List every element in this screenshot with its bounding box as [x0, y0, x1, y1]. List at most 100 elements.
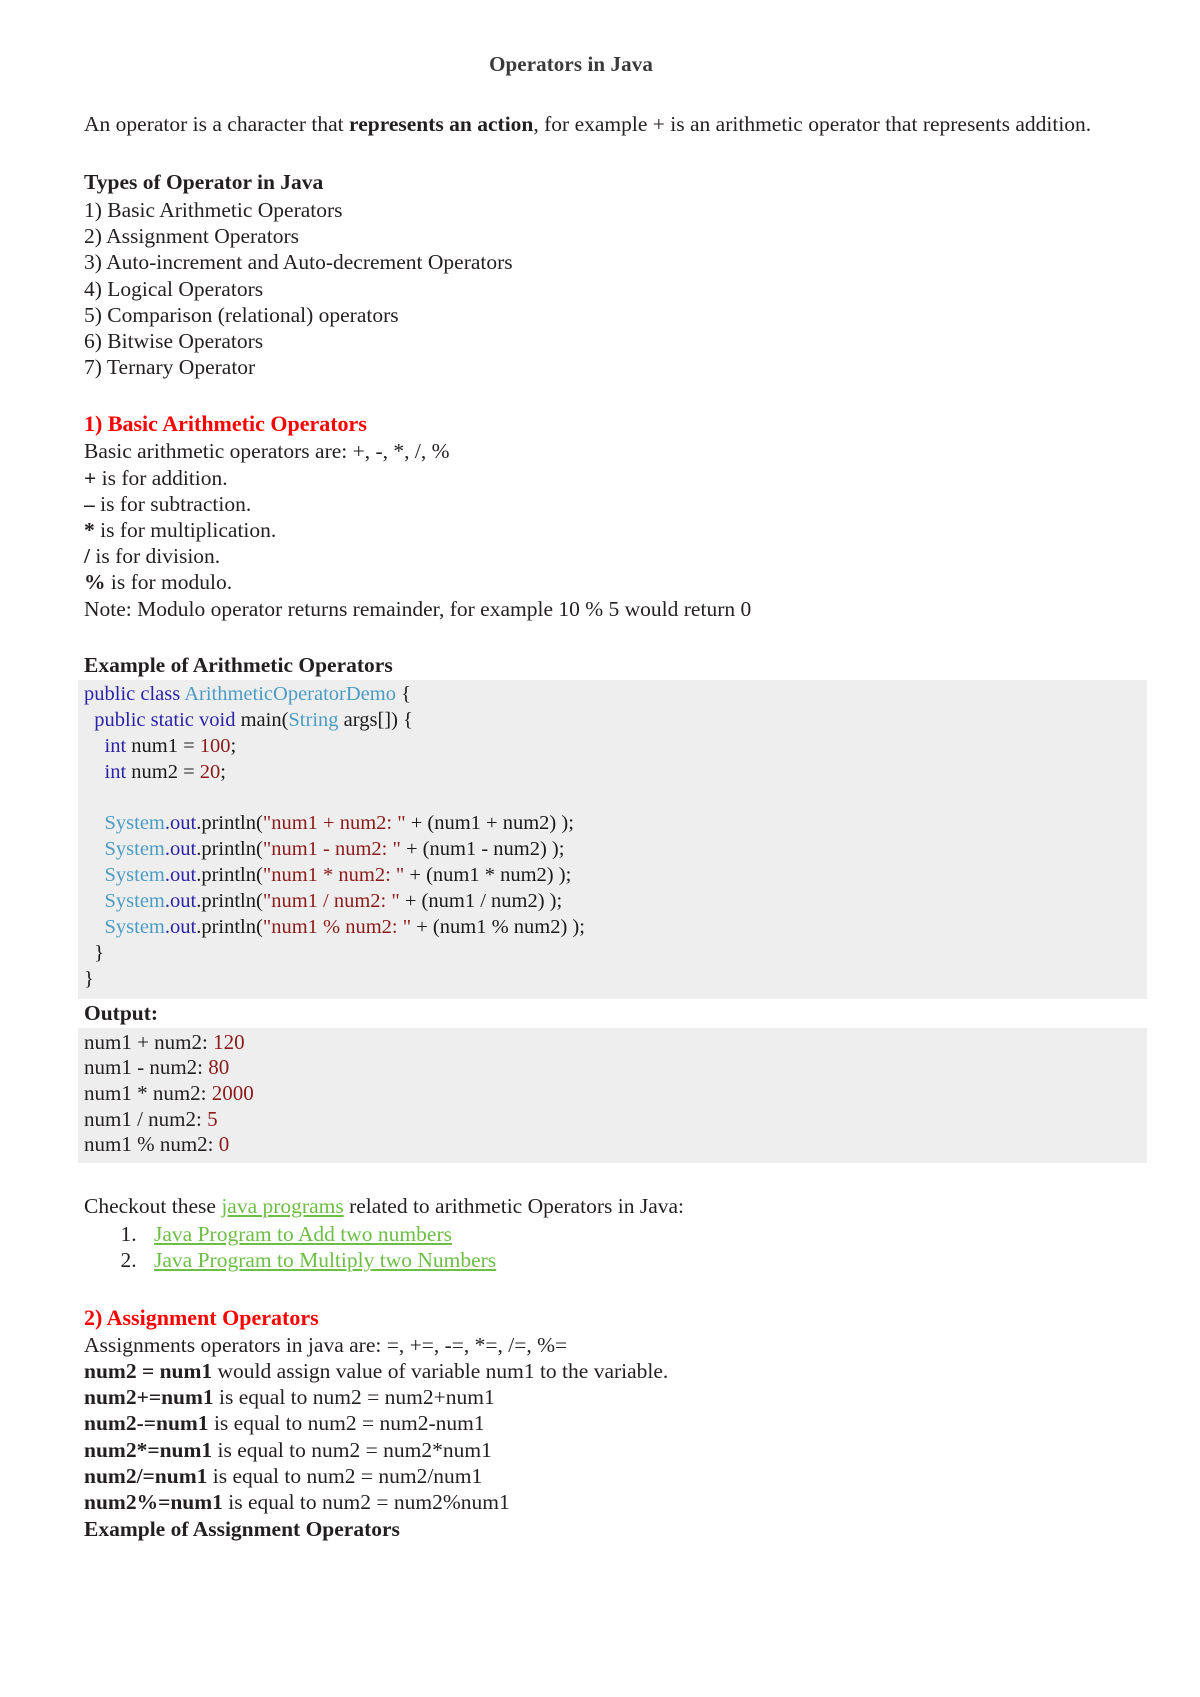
operator-line-modulo: % is for modulo. [84, 569, 1148, 595]
assignment-desc: is equal to num2 = num2%num1 [222, 1489, 510, 1514]
output-value: 0 [218, 1132, 230, 1157]
code-token: num1 = [126, 734, 200, 757]
assignment-expr: num2+=num1 [84, 1385, 214, 1410]
assignment-line-minus-equals: num2-=num1 is equal to num2 = num2-num1 [84, 1410, 1148, 1436]
java-programs-link[interactable]: java programs [221, 1194, 343, 1218]
assignment-line-equals: num2 = num1 would assign value of variab… [84, 1358, 1148, 1384]
code-token: .println( [196, 838, 263, 861]
assignment-desc: is equal to num2 = num2*num1 [212, 1437, 492, 1462]
code-token: System [84, 916, 165, 938]
operator-symbol: * [84, 518, 95, 543]
code-line: public class ArithmeticOperatorDemo { [84, 682, 1147, 708]
code-token: "num1 % num2: " [262, 916, 412, 938]
intro-paragraph: An operator is a character that represen… [84, 110, 1148, 139]
code-token: .println( [196, 890, 263, 913]
code-line: System.out.println("num1 + num2: " + (nu… [84, 811, 1147, 837]
operator-desc: is for subtraction. [94, 491, 252, 516]
output-label-text: num1 / num2: [84, 1106, 208, 1131]
code-token: + (num1 - num2) ); [400, 838, 565, 861]
assignment-line-plus-equals: num2+=num1 is equal to num2 = num2+num1 [84, 1384, 1148, 1410]
code-line [84, 785, 1147, 811]
output-value: 5 [207, 1106, 218, 1131]
code-token: .println( [196, 812, 263, 835]
code-token: 100 [199, 734, 231, 757]
list-item: Java Program to Multiply two Numbers [142, 1247, 1148, 1274]
code-token: System [84, 812, 165, 835]
assignment-desc: is equal to num2 = num2+num1 [213, 1385, 495, 1410]
assignment-operator-lines: Assignments operators in java are: =, +=… [84, 1332, 1148, 1515]
output-line: num1 + num2: 120 [84, 1030, 1147, 1056]
operator-symbol: + [84, 465, 97, 490]
assignment-line-divide-equals: num2/=num1 is equal to num2 = num2/num1 [84, 1463, 1148, 1489]
code-token: ; [220, 760, 226, 783]
assignment-expr: num2 = num1 [84, 1358, 213, 1383]
code-token: .out [164, 890, 197, 913]
code-token: main( [240, 708, 289, 731]
code-token: 20 [199, 760, 221, 783]
code-line: System.out.println("num1 * num2: " + (nu… [84, 863, 1147, 889]
intro-bold: represents an action [349, 112, 534, 136]
list-item: 1) Basic Arithmetic Operators [84, 198, 343, 222]
code-token: System [84, 890, 165, 913]
code-line: public static void main(String args[]) { [84, 708, 1147, 734]
code-line: } [84, 967, 1147, 993]
assignment-line-times-equals: num2*=num1 is equal to num2 = num2*num1 [84, 1437, 1148, 1463]
list-item: 3) Auto-increment and Auto-decrement Ope… [84, 250, 513, 275]
arithmetic-lead: Basic arithmetic operators are: +, -, *,… [84, 439, 450, 464]
assignment-expr: num2/=num1 [84, 1463, 208, 1488]
document-page: Operators in Java An operator is a chara… [0, 0, 1200, 1697]
output-value: 120 [213, 1029, 245, 1054]
code-line: System.out.println("num1 - num2: " + (nu… [84, 837, 1147, 863]
code-line: System.out.println("num1 % num2: " + (nu… [84, 915, 1147, 941]
checkout-after: related to arithmetic Operators in Java: [343, 1193, 685, 1218]
page-title: Operators in Java [489, 52, 653, 76]
output-block-arithmetic: num1 + num2: 120 num1 - num2: 80 num1 * nu… [78, 1027, 1147, 1163]
code-token: .println( [196, 864, 263, 887]
code-line: System.out.println("num1 / num2: " + (nu… [84, 889, 1147, 915]
output-line: num1 * num2: 2000 [84, 1081, 1147, 1107]
list-item: 6) Bitwise Operators [84, 329, 264, 354]
output-label-text: num1 - num2: [84, 1055, 209, 1080]
code-token: "num1 / num2: " [262, 890, 400, 913]
checkout-paragraph: Checkout these java programs related to … [84, 1192, 1148, 1221]
document-body: An operator is a character that represen… [0, 77, 1200, 1544]
code-token: + (num1 + num2) ); [405, 812, 574, 835]
operator-desc: is for addition. [96, 465, 228, 490]
operator-line-plus: + is for addition. [84, 465, 1148, 491]
code-line: int num1 = 100; [84, 734, 1147, 760]
output-label-text: num1 % num2: [84, 1132, 219, 1157]
code-token: + (num1 * num2) ); [404, 864, 572, 887]
output-label-text: num1 * num2: [84, 1080, 212, 1105]
types-heading: Types of Operator in Java [84, 170, 324, 194]
code-token: ; [230, 734, 237, 757]
list-item: Java Program to Add two numbers [142, 1221, 1148, 1248]
operator-desc: is for multiplication. [94, 518, 277, 543]
checkout-before: Checkout these [84, 1193, 222, 1218]
intro-after: , for example + is an arithmetic operato… [533, 112, 1092, 136]
program-link-multiply[interactable]: Java Program to Multiply two Numbers [154, 1248, 496, 1272]
code-token: "num1 - num2: " [262, 838, 401, 861]
code-token: public static void [84, 708, 241, 731]
code-token: .out [164, 838, 197, 861]
assignment-expr: num2%=num1 [84, 1489, 223, 1514]
operator-desc: is for modulo. [105, 570, 233, 595]
program-link-add[interactable]: Java Program to Add two numbers [154, 1222, 452, 1246]
code-token: String [288, 708, 339, 731]
arithmetic-operator-lines: Basic arithmetic operators are: +, -, *,… [84, 438, 1148, 621]
list-item: 5) Comparison (relational) operators [84, 302, 399, 327]
operator-line-minus: – is for subtraction. [84, 491, 1148, 517]
code-token: args[]) { [338, 708, 413, 731]
code-token: ArithmeticOperatorDemo [184, 682, 396, 705]
output-line: num1 % num2: 0 [84, 1132, 1147, 1158]
code-token: .out [164, 916, 197, 938]
code-token: "num1 + num2: " [262, 812, 406, 835]
output-value: 80 [208, 1055, 230, 1080]
code-token: .out [164, 812, 197, 835]
output-line: num1 / num2: 5 [84, 1107, 1147, 1133]
output-label: Output: [84, 1000, 159, 1025]
